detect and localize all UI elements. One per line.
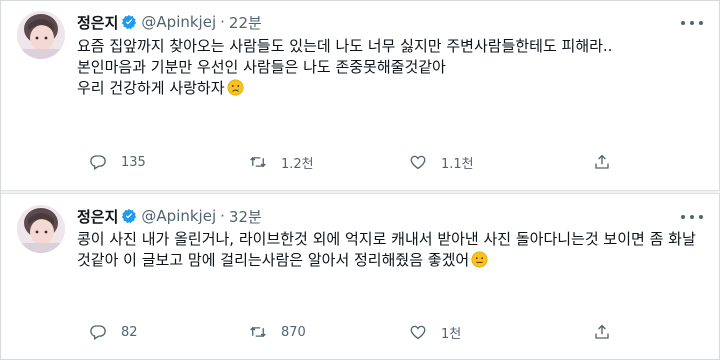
display-name[interactable]: 정은지 [77, 206, 118, 227]
tweet-paragraph: 요즘 집앞까지 찾아오는 사람들도 있는데 나도 너무 싫지만 주변사람들한테도… [77, 37, 613, 55]
tweet-header: 정은지 @Apinkjej · 32분 [77, 205, 262, 227]
verified-badge-icon [121, 14, 137, 30]
separator: · [220, 13, 225, 31]
neutral-face-emoji [471, 251, 488, 268]
reply-icon [90, 155, 106, 170]
tweet-header: 정은지 @Apinkjej · 22분 [77, 11, 262, 33]
share-icon [595, 324, 609, 339]
like-icon [410, 325, 426, 340]
retweet-count: 1.2천 [281, 156, 314, 172]
tweet-actions: 135 1.2천 1.1천 [73, 151, 633, 173]
retweet-button[interactable]: 1.2천 [249, 151, 314, 173]
share-button[interactable] [593, 151, 611, 173]
verified-badge-icon [121, 208, 137, 224]
like-button[interactable]: 1.1천 [409, 151, 474, 173]
more-icon[interactable] [681, 209, 703, 225]
reply-count: 82 [121, 324, 138, 340]
tweet-paragraph: 콩이 사진 내가 올린거나, 라이브한것 외에 억지로 캐내서 받아낸 사진 돌… [77, 230, 696, 269]
more-icon[interactable] [681, 15, 703, 31]
avatar[interactable] [17, 205, 65, 253]
retweet-icon [250, 326, 266, 338]
timestamp[interactable]: 32분 [229, 206, 262, 227]
display-name[interactable]: 정은지 [77, 12, 118, 33]
reply-button[interactable]: 135 [89, 151, 146, 173]
retweet-count: 870 [281, 324, 306, 340]
reply-count: 135 [121, 154, 146, 170]
username[interactable]: @Apinkjej [141, 207, 216, 225]
tweet[interactable]: 정은지 @Apinkjej · 32분 콩이 사진 내가 올린거나, 라이브한것… [1, 191, 720, 360]
retweet-icon [250, 156, 266, 168]
like-count: 1.1천 [441, 156, 474, 172]
tweet-text: 요즘 집앞까지 찾아오는 사람들도 있는데 나도 너무 싫지만 주변사람들한테도… [77, 36, 697, 99]
retweet-button[interactable]: 870 [249, 321, 306, 343]
separator: · [220, 207, 225, 225]
crying-face-emoji [227, 79, 244, 96]
like-button[interactable]: 1천 [409, 321, 461, 343]
tweet[interactable]: 정은지 @Apinkjej · 22분 요즘 집앞까지 찾아오는 사람들도 있는… [1, 1, 720, 191]
tweet-thread: 정은지 @Apinkjej · 22분 요즘 집앞까지 찾아오는 사람들도 있는… [0, 0, 720, 360]
reply-icon [90, 325, 106, 340]
username[interactable]: @Apinkjej [141, 13, 216, 31]
share-button[interactable] [593, 321, 611, 343]
reply-button[interactable]: 82 [89, 321, 138, 343]
tweet-actions: 82 870 1천 [73, 321, 633, 343]
avatar[interactable] [17, 11, 65, 59]
like-count: 1천 [441, 326, 462, 342]
share-icon [595, 154, 609, 169]
tweet-paragraph: 본인마음과 기분만 우선인 사람들은 나도 존중못해줄것같아 [77, 58, 446, 76]
tweet-text: 콩이 사진 내가 올린거나, 라이브한것 외에 억지로 캐내서 받아낸 사진 돌… [77, 229, 697, 271]
timestamp[interactable]: 22분 [229, 12, 262, 33]
tweet-paragraph: 우리 건강하게 사랑하자 [77, 78, 697, 99]
like-icon [410, 155, 426, 170]
